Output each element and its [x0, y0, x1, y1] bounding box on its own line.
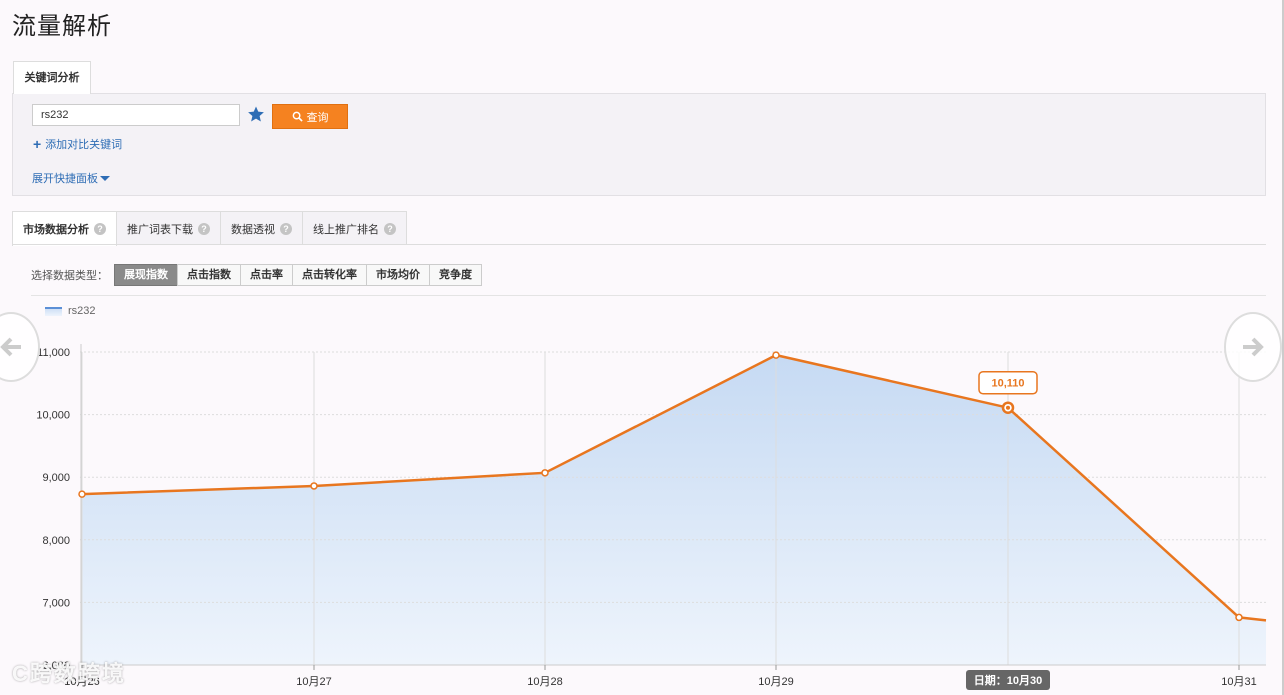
data-point	[772, 351, 780, 359]
arrow-right-icon	[1243, 337, 1264, 357]
data-point	[78, 490, 86, 498]
y-tick-label: 11,000	[37, 347, 70, 359]
watermark: C跨数跨境	[12, 661, 126, 686]
arrow-left-icon	[0, 337, 21, 357]
tab-keyword-analysis[interactable]: 关键词分析	[13, 61, 91, 94]
x-tick-label: 10月31	[1221, 676, 1256, 688]
trend-chart: 11,00010,0009,0008,0007,0006,00010月26 10月…	[36, 344, 1267, 690]
data-point	[1235, 613, 1243, 622]
page: 流量解析 关键词分析 查询 + 添加对比关键词 展开快捷面板 市场数据分析 ?	[0, 0, 1284, 695]
tooltip-value: 10,110	[991, 378, 1024, 390]
next-arrow-button[interactable]	[1224, 312, 1282, 382]
data-point	[541, 469, 549, 477]
x-tick-label: 10月28	[527, 676, 562, 688]
data-point	[310, 482, 318, 490]
x-tick-label: 10月27	[296, 676, 331, 688]
series-area	[82, 355, 1266, 665]
x-tick-label: 10月29	[758, 676, 793, 688]
y-tick-label: 10,000	[36, 410, 70, 422]
y-tick-label: 7,000	[42, 597, 70, 609]
y-tick-label: 9,000	[42, 472, 70, 484]
data-point-center	[1006, 405, 1010, 410]
y-tick-label: 8,000	[42, 535, 70, 547]
date-label: 日期：10月30	[974, 673, 1042, 687]
